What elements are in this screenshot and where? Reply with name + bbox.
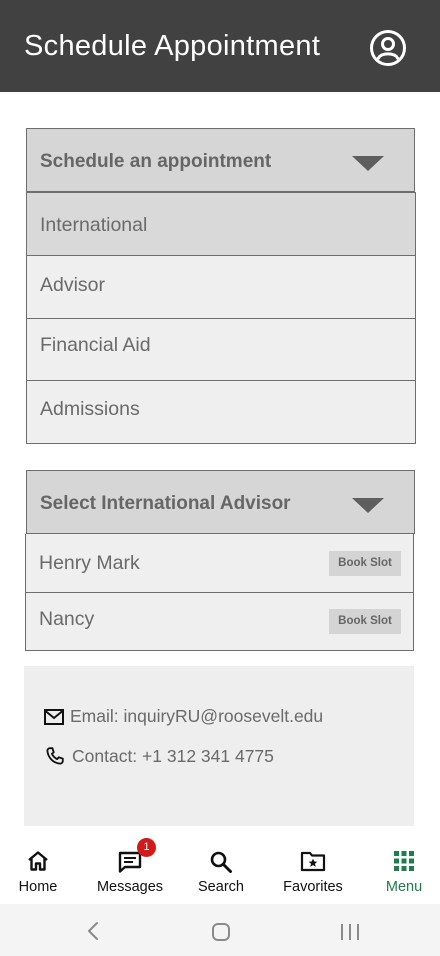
grid-menu-icon — [394, 851, 414, 871]
option-advisor[interactable]: Advisor — [26, 256, 416, 319]
appointment-dropdown-label: Schedule an appointment — [40, 151, 272, 172]
option-label: International — [40, 214, 148, 236]
recents-icon[interactable] — [339, 922, 361, 942]
nav-search[interactable]: Search — [190, 838, 252, 904]
page-title: Schedule Appointment — [24, 30, 321, 62]
nav-favorites[interactable]: Favorites — [276, 838, 350, 904]
option-label: Advisor — [40, 274, 106, 296]
system-navigation-bar — [0, 904, 440, 956]
nav-label: Home — [18, 879, 58, 895]
app-bar: Schedule Appointment — [0, 0, 440, 92]
book-slot-button[interactable]: Book Slot — [329, 609, 401, 634]
advisor-name: Henry Mark — [39, 552, 140, 574]
phone-text: Contact: +1 312 341 4775 — [72, 745, 274, 766]
nav-label: Menu — [385, 879, 423, 895]
contact-card: Email: inquiryRU@roosevelt.edu Contact: … — [24, 666, 414, 826]
option-label: Admissions — [40, 398, 140, 420]
option-financial-aid[interactable]: Financial Aid — [26, 318, 416, 381]
advisor-dropdown-label: Select International Advisor — [40, 493, 291, 514]
dropdown-arrow-icon — [352, 156, 384, 171]
option-international[interactable]: International — [26, 192, 416, 256]
email-row[interactable]: Email: inquiryRU@roosevelt.edu — [44, 706, 323, 727]
nav-label: Messages — [96, 879, 164, 895]
mail-icon — [44, 708, 64, 725]
nav-menu[interactable]: Menu — [378, 838, 430, 904]
favorites-folder-icon — [300, 851, 326, 872]
email-text: Email: inquiryRU@roosevelt.edu — [70, 706, 324, 726]
advisor-row-nancy: Nancy Book Slot — [25, 592, 414, 651]
dropdown-arrow-icon — [352, 498, 384, 513]
option-admissions[interactable]: Admissions — [26, 380, 416, 444]
advisor-dropdown[interactable]: Select International Advisor — [26, 470, 415, 534]
user-circle-icon[interactable] — [368, 28, 408, 68]
nav-label: Favorites — [283, 879, 343, 895]
appointment-type-dropdown[interactable]: Schedule an appointment — [26, 128, 415, 192]
bottom-navigation: Home 1 Messages Search Favorites Menu — [0, 838, 440, 904]
search-icon — [210, 851, 232, 873]
phone-row[interactable]: Contact: +1 312 341 4775 — [44, 745, 274, 767]
nav-home[interactable]: Home — [8, 838, 68, 904]
phone-icon — [46, 747, 64, 765]
nav-label: Search — [198, 879, 244, 895]
back-icon[interactable] — [85, 921, 101, 941]
option-label: Financial Aid — [40, 334, 151, 356]
home-button-icon[interactable] — [211, 922, 231, 942]
book-slot-button[interactable]: Book Slot — [329, 551, 401, 576]
messages-badge: 1 — [137, 838, 156, 857]
nav-messages[interactable]: 1 Messages — [90, 838, 170, 904]
home-icon — [28, 851, 48, 871]
advisor-row-henry-mark: Henry Mark Book Slot — [25, 534, 414, 593]
advisor-name: Nancy — [39, 608, 95, 630]
